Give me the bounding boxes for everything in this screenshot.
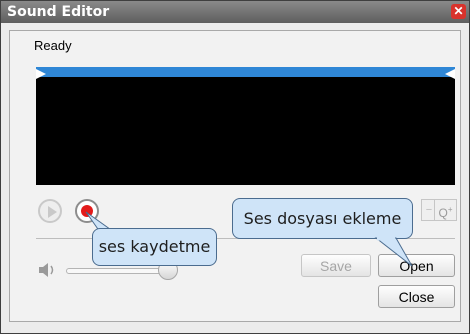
save-button[interactable]: Save <box>301 254 371 277</box>
right-marker-icon <box>445 69 455 79</box>
waveform-area[interactable] <box>36 67 455 185</box>
open-callout: Ses dosyası ekleme <box>232 198 413 239</box>
close-icon[interactable]: ✕ <box>451 4 466 19</box>
selection-markers <box>36 69 455 79</box>
record-callout: ses kaydetme <box>92 228 217 266</box>
title-bar: Sound Editor ✕ <box>1 1 469 23</box>
play-icon[interactable] <box>38 199 62 223</box>
window-title: Sound Editor <box>7 4 110 20</box>
open-callout-tail <box>374 237 413 267</box>
left-marker-icon <box>36 69 46 79</box>
status-text: Ready <box>34 38 72 53</box>
close-button[interactable]: Close <box>378 285 455 308</box>
zoom-in-icon[interactable]: Q+ <box>434 199 457 221</box>
speaker-icon[interactable] <box>38 262 56 278</box>
